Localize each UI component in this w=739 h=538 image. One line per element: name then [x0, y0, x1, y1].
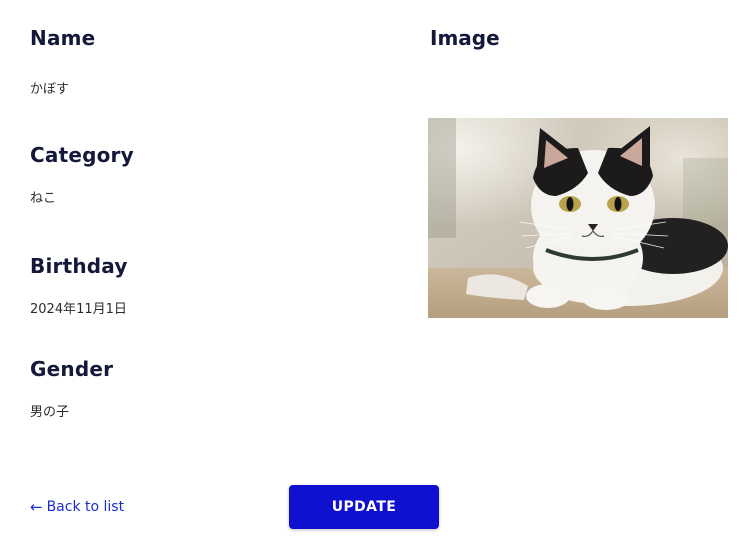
birthday-value: 2024年11月1日 — [30, 302, 127, 317]
gender-value: 男の子 — [30, 405, 70, 420]
arrow-left-icon: ← — [30, 498, 43, 516]
birthday-label: Birthday — [30, 254, 128, 278]
gender-label: Gender — [30, 357, 114, 381]
category-value: ねこ — [30, 191, 57, 206]
back-to-list-link[interactable]: ← Back to list — [30, 498, 124, 516]
name-value: かぼす — [30, 82, 70, 97]
pet-photo — [428, 118, 728, 318]
image-label: Image — [430, 26, 500, 50]
back-to-list-label: Back to list — [46, 499, 125, 515]
category-label: Category — [30, 143, 134, 167]
update-button[interactable]: UPDATE — [289, 485, 439, 529]
name-label: Name — [30, 26, 96, 50]
